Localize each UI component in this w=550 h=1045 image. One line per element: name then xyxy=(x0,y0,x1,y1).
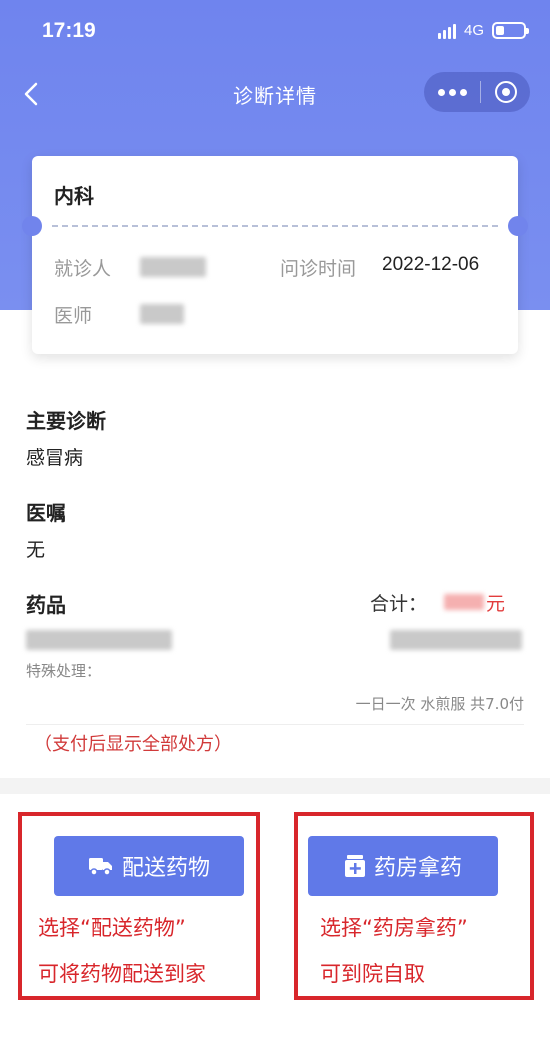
consult-time-value: 2022-12-06 xyxy=(382,254,480,275)
pharmacy-button-label: 药房拿药 xyxy=(373,856,462,881)
dosage-instructions: 一日一次 水煎服 共7.0付 xyxy=(355,695,524,713)
delivery-note-line1: 选择“配送药物” xyxy=(38,916,186,940)
doctor-label: 医师 xyxy=(54,305,93,327)
advice-title: 医嘱 xyxy=(26,501,66,525)
pharmacy-note-line1: 选择“药房拿药” xyxy=(320,916,468,940)
patient-label: 就诊人 xyxy=(54,258,112,280)
medicine-name-redacted xyxy=(26,630,172,650)
status-time: 17:19 xyxy=(42,19,96,42)
diagnosis-title: 主要诊断 xyxy=(26,409,106,433)
special-processing-label: 特殊处理： xyxy=(26,662,102,680)
nav-bar: 诊断详情 xyxy=(0,66,550,122)
delivery-note-line2: 可将药物配送到家 xyxy=(38,962,206,986)
network-type: 4G xyxy=(463,22,484,39)
consultation-card: 内科 就诊人 问诊时间 2022-12-06 医师 xyxy=(22,156,528,354)
consult-time-label: 问诊时间 xyxy=(280,258,357,280)
medicine-divider xyxy=(26,724,524,725)
total-amount-redacted xyxy=(444,594,484,610)
mini-program-capsule xyxy=(424,72,530,112)
department-name: 内科 xyxy=(54,184,94,208)
status-bar: 17:19 4G xyxy=(0,0,550,64)
total-label: 合计： xyxy=(370,593,428,615)
total-unit: 元 xyxy=(486,593,506,615)
prescription-notice: （支付后显示全部处方） xyxy=(34,734,232,755)
card-notch-right xyxy=(508,216,528,236)
delivery-button[interactable]: 配送药物 xyxy=(54,836,244,896)
section-separator xyxy=(0,778,550,794)
pharmacy-note-line2: 可到院自取 xyxy=(320,962,425,986)
doctor-name-redacted xyxy=(140,304,184,324)
patient-name-redacted xyxy=(140,257,206,277)
diagnosis-value: 感冒病 xyxy=(26,447,84,469)
delivery-button-label: 配送药物 xyxy=(121,856,210,881)
medicine-title: 药品 xyxy=(26,593,66,617)
more-icon[interactable] xyxy=(424,72,480,112)
pharmacy-button[interactable]: 药房拿药 xyxy=(308,836,498,896)
battery-icon xyxy=(492,22,529,39)
status-indicators: 4G xyxy=(437,22,529,39)
advice-value: 无 xyxy=(26,539,46,561)
card-notch-left xyxy=(22,216,42,236)
close-mini-program-icon[interactable] xyxy=(481,72,530,112)
truck-icon xyxy=(88,858,112,876)
medicine-bottle-icon xyxy=(344,855,365,877)
medicine-quantity-redacted xyxy=(390,630,522,650)
signal-icon xyxy=(437,23,456,39)
card-divider xyxy=(52,225,498,227)
